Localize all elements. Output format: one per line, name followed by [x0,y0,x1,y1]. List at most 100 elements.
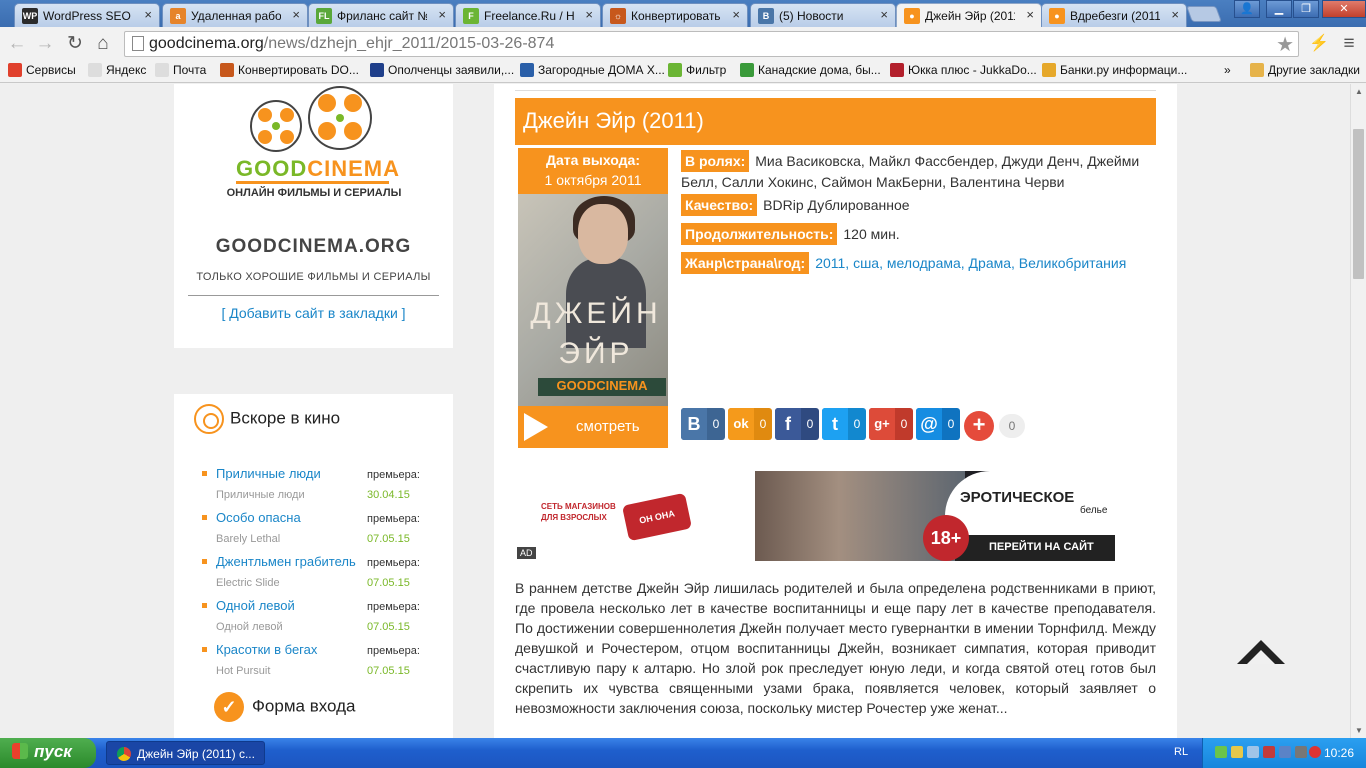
tab-close-icon[interactable]: × [1171,7,1179,22]
start-button[interactable]: пуск [0,738,96,768]
language-indicator[interactable]: RL [1174,746,1188,758]
bullet-icon [202,647,207,652]
ad-banner[interactable]: СЕТЬ МАГАЗИНОВ ДЛЯ ВЗРОСЛЫХ ОН ОНА ЭРОТИ… [515,471,1115,561]
address-bar[interactable]: goodcinema.org/news/dzhejn_ehjr_2011/201… [124,31,1299,57]
bookmark-star-icon[interactable]: ★ [1276,32,1294,57]
add-bookmark-link[interactable]: [ Добавить сайт в закладки ] [174,305,453,321]
tray-security-icon[interactable] [1263,746,1275,758]
bookmarks-more-button[interactable]: » [1224,63,1231,77]
tab-close-icon[interactable]: × [585,7,593,22]
bookmark-label: Ополченцы заявили,... [388,63,515,77]
bookmark-item[interactable]: Загородные ДОМА Х... [520,63,665,77]
bookmark-item[interactable]: Фильтр [668,63,726,77]
share-button[interactable]: f0 [775,408,819,440]
share-button[interactable]: @0 [916,408,960,440]
taskbar-item-label: Джейн Эйр (2011) с... [137,747,255,761]
poster-title: ДЖЕЙН ЭЙР [530,297,662,370]
tab-5[interactable]: ☼ Конвертировать F × [602,3,748,27]
tab-4[interactable]: F Freelance.Ru / Нас × [455,3,601,27]
watch-label: смотреть [576,418,640,435]
taskbar-item-chrome[interactable]: Джейн Эйр (2011) с... [106,741,265,765]
bookmark-item[interactable]: Почта [155,63,206,77]
tab-8[interactable]: ● Вдребезги (2011) × [1041,3,1187,27]
poster-column: Дата выхода: 1 октября 2011 ДЖЕЙН ЭЙР GO… [518,148,668,448]
window-close-button[interactable]: ✕ [1322,0,1366,18]
share-button[interactable]: В0 [681,408,725,440]
page-scrollbar[interactable]: ▲ ▼ [1350,84,1366,738]
bullet-icon [202,515,207,520]
tab-1[interactable]: WP WordPress SEO by × [14,3,160,27]
movie-link[interactable]: Приличные люди [216,466,321,481]
tab-title: (5) Новости [779,9,844,23]
tray-antivirus-icon[interactable] [1309,746,1321,758]
tab-favicon-icon: WP [22,8,38,24]
genre-links[interactable]: 2011, сша, мелодрама, Драма, Великобрита… [815,255,1126,271]
scroll-to-top-button[interactable] [1237,640,1285,664]
movie-link[interactable]: Одной левой [216,598,295,613]
bookmark-item[interactable]: Яндекс [88,63,146,77]
bookmark-item[interactable]: Канадские дома, бы... [740,63,881,77]
bookmark-item[interactable]: Конвертировать DO... [220,63,359,77]
clock[interactable]: 10:26 [1324,746,1354,760]
movie-link[interactable]: Особо опасна [216,510,301,525]
share-more-button[interactable]: + [964,411,994,441]
tab-6[interactable]: B (5) Новости × [750,3,896,27]
ad-cta-button[interactable]: ПЕРЕЙТИ НА САЙТ [955,535,1115,561]
movie-original-title: Hot Pursuit [216,665,271,677]
scrollbar-thumb[interactable] [1353,129,1364,279]
tray-shield-icon[interactable] [1215,746,1227,758]
maximize-button[interactable]: ❐ [1293,0,1319,18]
logo-underline [236,181,389,184]
back-button[interactable]: ← [6,33,28,55]
odnoklassniki-icon: ok [728,408,754,440]
bookmark-label: Сервисы [26,63,76,77]
premiere-date: 07.05.15 [367,577,410,589]
tab-close-icon[interactable]: × [144,7,152,22]
tab-7[interactable]: ● Джейн Эйр (2011) × [896,3,1042,27]
bookmark-label: Конвертировать DO... [238,63,359,77]
bullet-icon [202,559,207,564]
tab-2[interactable]: a Удаленная работа × [162,3,308,27]
other-bookmarks-label: Другие закладки [1268,63,1360,77]
tab-3[interactable]: FL Фриланс сайт №1 × [308,3,454,27]
extension-icon[interactable]: ⚡ [1308,33,1330,55]
bookmark-item[interactable]: Банки.ру информаци... [1042,63,1187,77]
user-icon[interactable]: 👤 [1234,0,1260,18]
bookmark-item[interactable]: Сервисы [8,63,76,77]
tray-network-icon[interactable] [1231,746,1243,758]
bookmark-item[interactable]: Юкка плюс - JukkaDo... [890,63,1037,77]
tab-close-icon[interactable]: × [1026,7,1034,22]
bookmark-item[interactable]: Ополченцы заявили,... [370,63,514,77]
movie-link[interactable]: Красотки в бегах [216,642,317,657]
coming-soon-title: Вскоре в кино [230,408,341,428]
bookmark-label: Фильтр [686,63,727,77]
scroll-down-arrow-icon[interactable]: ▼ [1355,726,1363,735]
tab-title: Удаленная работа [191,9,281,23]
tray-monitor-icon[interactable] [1247,746,1259,758]
movie-link[interactable]: Джентльмен грабитель [216,554,356,569]
site-logo[interactable]: GOODCINEMA ОНЛАЙН ФИЛЬМЫ И СЕРИАЛЫ [174,84,453,214]
share-button[interactable]: ok 0 [728,408,772,440]
site-name: GOODCINEMA.ORG [215,236,412,257]
watch-button[interactable]: смотреть [518,406,668,448]
share-button[interactable]: g+ 0 [869,408,913,440]
tray-volume-icon[interactable] [1295,746,1307,758]
tab-close-icon[interactable]: × [292,7,300,22]
forward-button[interactable]: → [34,33,56,55]
tray-display-icon[interactable] [1279,746,1291,758]
minimize-button[interactable]: ▁ [1266,0,1292,18]
tab-close-icon[interactable]: × [732,7,740,22]
menu-icon[interactable]: ≡ [1338,33,1360,55]
tab-close-icon[interactable]: × [438,7,446,22]
movie-original-title: Одной левой [216,621,283,633]
coming-soon-panel: Вскоре в кино Приличные люди Приличные лю… [174,394,453,738]
movie-poster[interactable]: ДЖЕЙН ЭЙР GOODCINEMA [518,194,668,406]
scroll-up-arrow-icon[interactable]: ▲ [1355,87,1363,96]
share-button[interactable]: t0 [822,408,866,440]
new-tab-button[interactable] [1186,6,1222,22]
folder-icon [1250,63,1264,77]
other-bookmarks[interactable]: Другие закладки [1250,63,1360,77]
tab-close-icon[interactable]: × [880,7,888,22]
home-button[interactable]: ⌂ [92,33,114,55]
reload-button[interactable]: ↻ [64,33,86,55]
